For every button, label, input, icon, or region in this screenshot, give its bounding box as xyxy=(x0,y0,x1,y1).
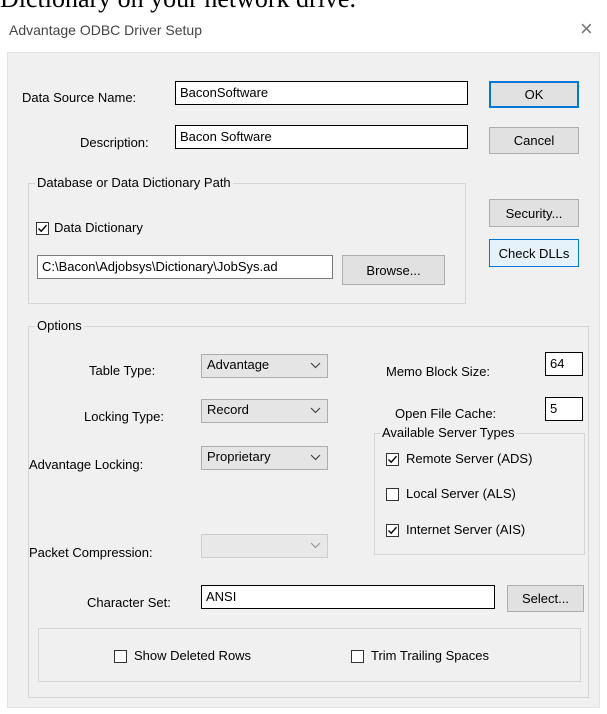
advantage-locking-value: Proprietary xyxy=(207,449,271,464)
packet-compression-label: Packet Compression: xyxy=(29,545,153,560)
trim-trailing-spaces-checkbox[interactable] xyxy=(351,650,364,663)
advantage-locking-label: Advantage Locking: xyxy=(29,457,144,472)
local-server-label: Local Server (ALS) xyxy=(406,486,516,501)
chevron-down-icon xyxy=(310,362,321,369)
advantage-locking-select[interactable]: Proprietary xyxy=(201,446,328,470)
dictionary-path-input[interactable]: C:\Bacon\Adjobsys\Dictionary\JobSys.ad xyxy=(37,255,333,279)
description-input[interactable]: Bacon Software xyxy=(175,125,468,149)
remote-server-label: Remote Server (ADS) xyxy=(406,451,533,466)
table-type-label: Table Type: xyxy=(89,363,156,378)
security-button[interactable]: Security... xyxy=(489,199,579,227)
memo-block-size-input[interactable]: 64 xyxy=(545,352,583,376)
server-types-group-label: Available Server Types xyxy=(380,425,517,440)
data-dictionary-checkbox[interactable] xyxy=(36,222,49,235)
checkmark-icon xyxy=(388,526,398,535)
local-server-checkbox[interactable] xyxy=(386,488,399,501)
internet-server-label: Internet Server (AIS) xyxy=(406,522,526,537)
options-group-label: Options xyxy=(35,318,84,333)
character-set-label: Character Set: xyxy=(87,595,171,610)
locking-type-value: Record xyxy=(207,402,249,417)
cancel-button[interactable]: Cancel xyxy=(489,127,579,154)
options-group: Options Table Type: Advantage Locking Ty… xyxy=(28,318,589,698)
show-deleted-rows-label: Show Deleted Rows xyxy=(134,648,252,663)
server-types-group: Available Server Types Remote Server (AD… xyxy=(374,425,585,555)
open-file-cache-label: Open File Cache: xyxy=(395,406,497,421)
row-options-group: Show Deleted Rows Trim Trailing Spaces xyxy=(38,628,581,682)
browse-button[interactable]: Browse... xyxy=(342,255,445,285)
locking-type-select[interactable]: Record xyxy=(201,399,328,423)
internet-server-checkbox[interactable] xyxy=(386,524,399,537)
window-title: Advantage ODBC Driver Setup xyxy=(9,22,202,38)
database-path-group: Database or Data Dictionary Path Data Di… xyxy=(28,175,466,304)
open-file-cache-input[interactable]: 5 xyxy=(545,397,583,421)
remote-server-checkbox[interactable] xyxy=(386,453,399,466)
show-deleted-rows-checkbox[interactable] xyxy=(114,650,127,663)
description-label: Description: xyxy=(80,135,149,150)
document-text-fragment: Dictionary on your network drive. xyxy=(0,0,607,14)
select-button[interactable]: Select... xyxy=(507,585,584,612)
table-type-value: Advantage xyxy=(207,357,270,372)
ok-button[interactable]: OK xyxy=(489,81,579,108)
chevron-down-icon xyxy=(310,542,321,549)
chevron-down-icon xyxy=(310,407,321,414)
data-dictionary-label: Data Dictionary xyxy=(54,220,143,235)
memo-block-size-label: Memo Block Size: xyxy=(386,364,491,379)
check-dlls-button[interactable]: Check DLLs xyxy=(489,239,579,267)
dialog-body: Data Source Name: BaconSoftware Descript… xyxy=(7,52,600,708)
character-set-input[interactable]: ANSI xyxy=(201,585,495,609)
packet-compression-select[interactable] xyxy=(201,534,328,558)
checkmark-icon xyxy=(38,224,48,233)
close-icon[interactable]: × xyxy=(580,17,593,41)
locking-type-label: Locking Type: xyxy=(84,409,164,424)
checkmark-icon xyxy=(388,455,398,464)
table-type-select[interactable]: Advantage xyxy=(201,354,328,378)
dsn-input[interactable]: BaconSoftware xyxy=(175,81,468,105)
dsn-label: Data Source Name: xyxy=(22,90,137,105)
trim-trailing-spaces-label: Trim Trailing Spaces xyxy=(371,648,489,663)
database-path-group-label: Database or Data Dictionary Path xyxy=(35,175,233,190)
chevron-down-icon xyxy=(310,454,321,461)
